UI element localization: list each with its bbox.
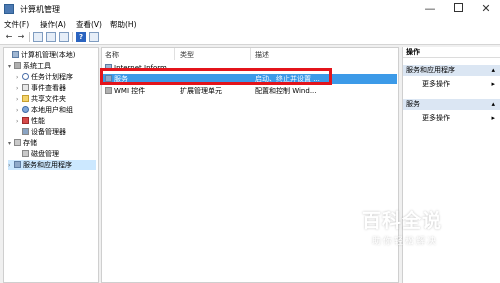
event-log-icon [22, 84, 29, 91]
actions-section-services[interactable]: 服务 ▴ [403, 99, 500, 110]
highlight-box [100, 68, 332, 85]
title-bar: 计算机管理 — ✕ [0, 0, 500, 18]
tools-icon [14, 62, 21, 69]
performance-icon [22, 117, 29, 124]
column-separator[interactable] [250, 48, 251, 60]
tree-item-computer-management[interactable]: 计算机管理(本地) [6, 50, 75, 60]
show-hide-tree-button[interactable] [46, 32, 56, 42]
tree-item-performance[interactable]: › 性能 [16, 116, 45, 126]
wmi-icon [105, 87, 112, 94]
tree-item-task-scheduler[interactable]: › 任务计划程序 [16, 72, 73, 82]
device-manager-icon [22, 128, 29, 135]
caret-up-icon[interactable]: ▴ [491, 99, 495, 110]
up-level-button[interactable] [33, 32, 43, 42]
more-actions-item[interactable]: 更多操作 ▸ [403, 79, 500, 90]
users-icon [22, 106, 29, 113]
folder-icon [22, 95, 29, 102]
column-header-description[interactable]: 描述 [255, 50, 269, 60]
help-button[interactable]: ? [76, 32, 86, 42]
navigation-tree: 计算机管理(本地) ▾ 系统工具 › 任务计划程序 › 事件查看器 › 共享文件夹 › 本… [3, 47, 99, 283]
disk-icon [22, 150, 29, 157]
expand-arrow-icon[interactable]: › [16, 73, 22, 83]
column-header-name[interactable]: 名称 [105, 50, 119, 60]
menu-help[interactable]: 帮助(H) [110, 19, 137, 30]
computer-management-icon [4, 4, 14, 14]
maximize-icon [453, 3, 463, 12]
window-title: 计算机管理 [20, 5, 60, 14]
caret-right-icon: ▸ [491, 80, 495, 88]
menu-bar: 文件(F) 操作(A) 查看(V) 帮助(H) [0, 18, 500, 30]
back-button[interactable]: ← [4, 32, 14, 42]
watermark-logo-icon [336, 205, 358, 227]
caret-up-icon[interactable]: ▴ [491, 65, 495, 76]
maximize-button[interactable] [444, 0, 472, 18]
menu-file[interactable]: 文件(F) [4, 19, 29, 30]
tree-item-services-applications[interactable]: › 服务和应用程序 [8, 160, 96, 170]
toolbar: ← → ? [0, 30, 500, 45]
toolbar-separator [72, 32, 73, 42]
tree-item-local-users-groups[interactable]: › 本地用户和组 [16, 105, 73, 115]
list-item-wmi-control[interactable]: WMI 控件 扩展管理单元 配置和控制 Wind... [103, 86, 397, 96]
watermark-text: 百科全说 [362, 210, 443, 232]
expand-arrow-icon[interactable]: › [16, 106, 22, 116]
close-button[interactable]: ✕ [472, 0, 500, 18]
action-pane-button[interactable] [89, 32, 99, 42]
export-list-button[interactable] [59, 32, 69, 42]
minimize-button[interactable]: — [416, 0, 444, 18]
tree-item-event-viewer[interactable]: › 事件查看器 [16, 83, 66, 93]
clock-icon [22, 73, 29, 80]
menu-action[interactable]: 操作(A) [40, 19, 66, 30]
services-applications-icon [14, 161, 21, 168]
tree-item-device-manager[interactable]: 设备管理器 [16, 127, 66, 137]
menu-view[interactable]: 查看(V) [76, 19, 102, 30]
actions-pane: 操作 服务和应用程序 ▴ 更多操作 ▸ 服务 ▴ 更多操作 ▸ [402, 47, 500, 283]
column-separator[interactable] [174, 48, 175, 60]
tree-item-storage[interactable]: ▾ 存储 [8, 138, 37, 148]
tree-item-system-tools[interactable]: ▾ 系统工具 [8, 61, 51, 71]
more-actions-item[interactable]: 更多操作 ▸ [403, 113, 500, 124]
column-header-type[interactable]: 类型 [180, 50, 194, 60]
caret-right-icon: ▸ [491, 114, 495, 122]
tree-item-disk-management[interactable]: 磁盘管理 [16, 149, 59, 159]
watermark-subtext: 助你轻松解决 [372, 237, 439, 247]
computer-icon [12, 51, 19, 58]
forward-button[interactable]: → [16, 32, 26, 42]
toolbar-separator [29, 32, 30, 42]
actions-header: 操作 [403, 47, 500, 58]
storage-icon [14, 139, 21, 146]
tree-item-shared-folders[interactable]: › 共享文件夹 [16, 94, 66, 104]
actions-section-services-applications[interactable]: 服务和应用程序 ▴ [403, 65, 500, 76]
